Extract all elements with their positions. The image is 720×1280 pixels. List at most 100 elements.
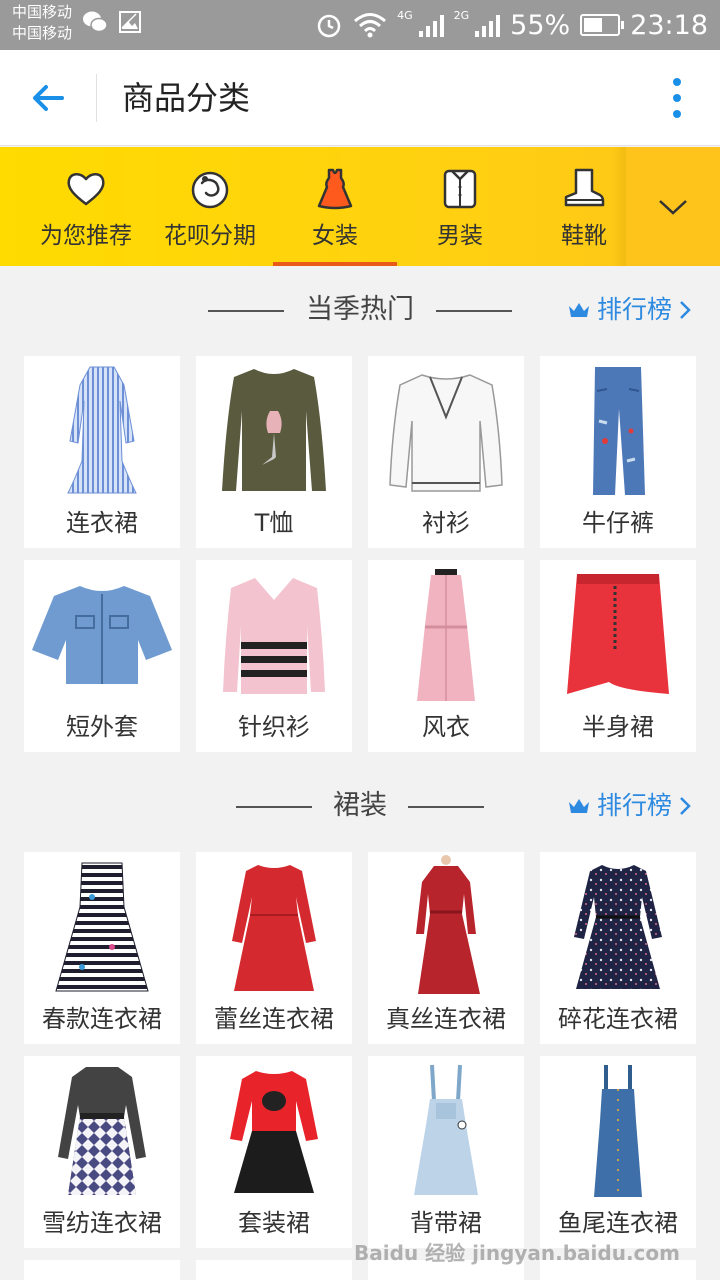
tab-womens[interactable]: 女装: [273, 147, 397, 266]
tab-recommend[interactable]: 为您推荐: [24, 147, 148, 266]
crown-icon: [568, 303, 589, 317]
floral-dress-image: [540, 852, 696, 1002]
pink-knit-image: [196, 560, 352, 710]
pink-coat-dress-image: [368, 560, 524, 710]
denim-jacket-image: [24, 560, 180, 710]
category-label: 春款连衣裙: [42, 1005, 162, 1033]
denim-overall-dress-image: [368, 1056, 524, 1206]
category-label: 碎花连衣裙: [558, 1005, 678, 1033]
huabei-icon: [191, 171, 229, 209]
category-card[interactable]: 半身裙: [540, 560, 696, 752]
category-card[interactable]: 针织衫: [196, 560, 352, 752]
signal-icon-1: [418, 13, 444, 37]
category-label: 衬衫: [422, 509, 470, 537]
header-line: [408, 806, 484, 808]
category-label: 套装裙: [238, 1209, 310, 1237]
category-label: 真丝连衣裙: [386, 1005, 506, 1033]
heart-icon: [67, 173, 105, 206]
chevron-right-icon: [680, 301, 691, 319]
section-header-hot: 当季热门 排行榜: [0, 282, 720, 338]
more-options-icon[interactable]: [670, 78, 684, 118]
category-label: 半身裙: [582, 713, 654, 741]
page-title: 商品分类: [122, 79, 251, 117]
tab-label: 为您推荐: [40, 223, 132, 249]
ranking-link[interactable]: 排行榜: [567, 788, 692, 824]
wifi-icon: [354, 13, 387, 38]
category-card[interactable]: 鱼尾连衣裙: [540, 1056, 696, 1248]
wechat-icon: [83, 11, 108, 33]
active-tab-indicator: [273, 262, 397, 266]
carrier-1: 中国移动: [12, 3, 73, 21]
ranking-label: 排行榜: [596, 791, 672, 820]
signal-icon-2: [475, 13, 501, 37]
tab-huabei[interactable]: 花呗分期: [148, 147, 272, 266]
tab-mens[interactable]: 男装: [398, 147, 522, 266]
carrier-2: 中国移动: [12, 24, 73, 42]
red-lace-dress-image: [196, 852, 352, 1002]
net-label-1: 4G: [397, 8, 413, 22]
category-label: 针织衫: [238, 713, 310, 741]
category-card[interactable]: 碎花连衣裙: [540, 852, 696, 1044]
watermark: Baidu 经验 jingyan.baidu.com: [354, 1241, 680, 1265]
gallery-icon: [119, 11, 141, 33]
chevron-down-icon: [659, 199, 687, 215]
status-bar: 中国移动 中国移动 4G 2G 55% 23:18: [0, 0, 720, 50]
category-card[interactable]: 雪纺连衣裙: [24, 1056, 180, 1248]
denim-pinafore-dress-image: [540, 1056, 696, 1206]
category-card[interactable]: 衬衫: [368, 356, 524, 548]
olive-sweater-image: [196, 356, 352, 506]
red-silk-dress-image: [368, 852, 524, 1002]
red-black-suit-dress-image: [196, 1056, 352, 1206]
alarm-icon: [317, 14, 341, 38]
ranking-label: 排行榜: [596, 295, 672, 324]
category-card[interactable]: 蕾丝连衣裙: [196, 852, 352, 1044]
boot-icon: [564, 168, 605, 207]
battery-percent: 55%: [510, 9, 571, 41]
category-label: 风衣: [422, 713, 470, 741]
category-card[interactable]: 真丝连衣裙: [368, 852, 524, 1044]
striped-dress-image: [24, 356, 180, 506]
category-label: 鱼尾连衣裙: [558, 1209, 678, 1237]
category-label: 连衣裙: [66, 509, 138, 537]
category-card[interactable]: 风衣: [368, 560, 524, 752]
title-divider: [96, 74, 97, 122]
ranking-link[interactable]: 排行榜: [567, 292, 692, 328]
header-line: [436, 310, 512, 312]
white-blouse-image: [368, 356, 524, 506]
category-label: T恤: [254, 509, 294, 537]
category-card[interactable]: 春款连衣裙: [24, 852, 180, 1044]
header-line: [236, 806, 312, 808]
category-card[interactable]: [196, 1260, 352, 1280]
shirt-icon: [443, 169, 477, 209]
chiffon-dress-image: [24, 1056, 180, 1206]
expand-tabs-button[interactable]: [626, 147, 720, 266]
category-label: 牛仔裤: [582, 509, 654, 537]
back-arrow-icon[interactable]: [28, 78, 68, 118]
tab-label: 花呗分期: [164, 223, 256, 249]
product-grid-dresses: 春款连衣裙 蕾丝连衣裙 真丝连衣裙 碎花连衣裙 雪纺连衣裙 套装裙 背带裙 鱼尾…: [24, 852, 696, 1280]
dress-icon: [317, 168, 353, 210]
jeans-image: [540, 356, 696, 506]
category-card[interactable]: 套装裙: [196, 1056, 352, 1248]
category-label: 背带裙: [410, 1209, 482, 1237]
category-label: 蕾丝连衣裙: [214, 1005, 334, 1033]
tab-label: 男装: [437, 223, 483, 249]
title-bar: 商品分类: [0, 50, 720, 146]
battery-icon: [580, 14, 625, 36]
red-skirt-image: [540, 560, 696, 710]
category-label: 雪纺连衣裙: [42, 1209, 162, 1237]
tab-fade: [612, 147, 626, 266]
carrier-info: 中国移动 中国移动: [12, 2, 72, 44]
category-card[interactable]: 短外套: [24, 560, 180, 752]
category-card[interactable]: T恤: [196, 356, 352, 548]
clock: 23:18: [630, 9, 708, 41]
category-card[interactable]: 牛仔裤: [540, 356, 696, 548]
category-card[interactable]: 背带裙: [368, 1056, 524, 1248]
status-right: 4G 2G 55% 23:18: [315, 8, 708, 42]
category-label: 短外套: [66, 713, 138, 741]
category-card[interactable]: [24, 1260, 180, 1280]
net-label-2: 2G: [453, 8, 470, 22]
category-card[interactable]: 连衣裙: [24, 356, 180, 548]
product-grid-hot: 连衣裙 T恤 衬衫 牛仔裤 短外套 针织衫 风衣 半身裙: [24, 356, 696, 752]
category-tab-bar: 为您推荐 花呗分期 女装 男装 鞋靴: [0, 147, 720, 266]
